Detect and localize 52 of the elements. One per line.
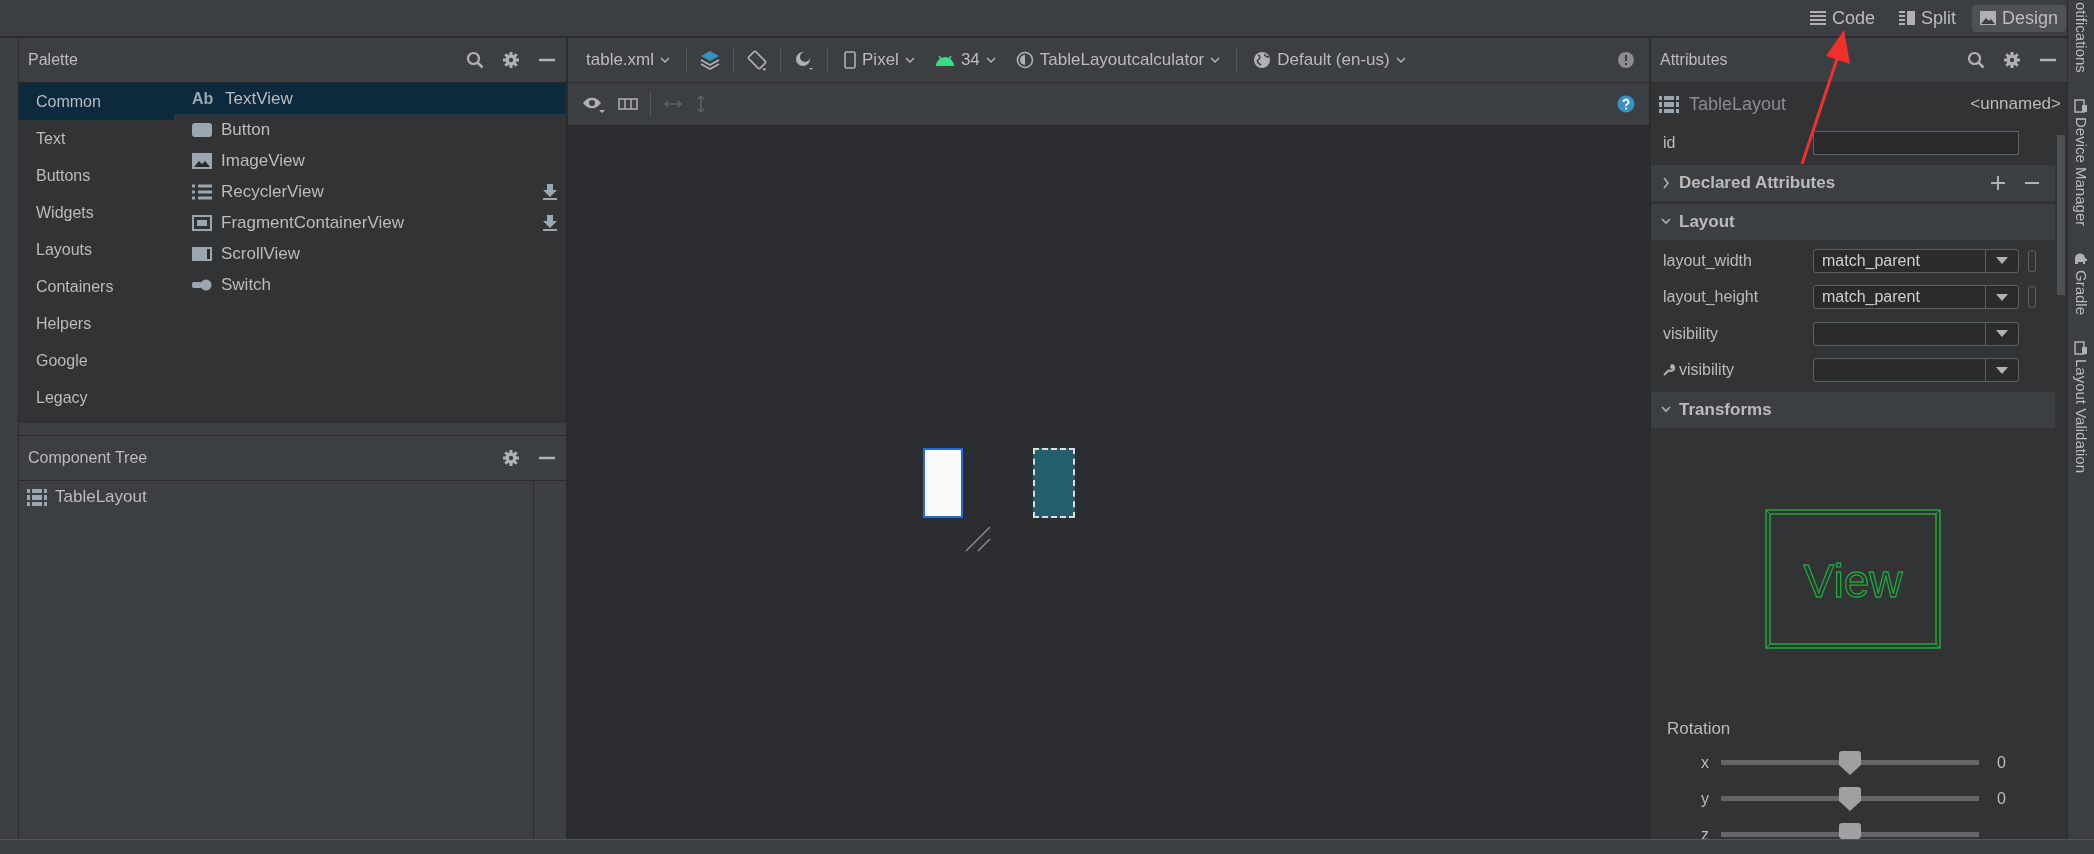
palette-item[interactable]: Switch — [174, 269, 566, 300]
side-tab[interactable]: otifications — [2072, 2, 2090, 73]
section-header[interactable]: Transforms — [1651, 391, 2055, 428]
palette-category[interactable]: Common — [19, 83, 174, 120]
view-preview: View — [1765, 508, 1941, 649]
palette-category[interactable]: Layouts — [19, 231, 174, 268]
side-tab[interactable]: Layout Validation — [2072, 341, 2090, 474]
locale-dropdown[interactable]: Default (en-us) — [1249, 48, 1410, 72]
component-name: <unnamed> — [1970, 94, 2061, 114]
file-dropdown[interactable]: table.xml — [582, 48, 675, 72]
component-type: TableLayout — [1689, 93, 1787, 115]
slider-value: 0 — [1997, 753, 2006, 772]
palette-category[interactable]: Google — [19, 342, 174, 379]
palette-item[interactable]: Button — [174, 114, 566, 145]
attribute-label: visibility — [1663, 324, 1720, 343]
section-header[interactable]: Declared Attributes — [1651, 164, 2055, 201]
view-mode-tab[interactable]: Code — [1801, 4, 1883, 32]
side-tab[interactable]: Device Manager — [2072, 98, 2090, 227]
api-level-dropdown[interactable]: 34 — [930, 48, 1000, 72]
palette-item[interactable]: FragmentContainerView — [174, 207, 566, 238]
text-icon: Ab — [192, 89, 216, 108]
palette-category[interactable]: Containers — [19, 268, 174, 305]
device-dropdown[interactable]: Pixel — [840, 48, 919, 72]
palette-category[interactable]: Buttons — [19, 157, 174, 194]
attribute-label: layout_height — [1663, 288, 1760, 307]
axis-label: x — [1700, 753, 1710, 772]
view-mode-tab[interactable]: Split — [1890, 4, 1964, 32]
palette-category[interactable]: Legacy — [19, 379, 174, 416]
attribute-dropdown[interactable]: match_parent — [1813, 248, 2019, 273]
palette-item[interactable]: Ab TextView — [174, 83, 566, 114]
palette-item[interactable]: ImageView — [174, 145, 566, 176]
palette-category[interactable]: Helpers — [19, 305, 174, 342]
attribute-label: id — [1663, 134, 1677, 153]
palette-category[interactable]: Text — [19, 120, 174, 157]
axis-label: y — [1700, 789, 1710, 808]
view-mode-tab[interactable]: Design — [1971, 4, 2066, 32]
side-tab[interactable]: Gradle — [2072, 252, 2090, 316]
palette-item[interactable]: RecyclerView — [174, 176, 566, 207]
panel-title: Palette — [28, 51, 78, 69]
panel-title: Component Tree — [28, 449, 148, 467]
attribute-label: layout_width — [1663, 251, 1753, 270]
attribute-dropdown[interactable]: match_parent — [1813, 285, 2019, 310]
tree-item[interactable]: TableLayout — [19, 487, 533, 507]
theme-dropdown[interactable]: TableLayoutcalculator — [1011, 48, 1225, 72]
slider-value: 0 — [1997, 789, 2006, 808]
axis-label: z — [1700, 825, 1710, 839]
section-label: Rotation — [1666, 718, 1732, 739]
palette-item[interactable]: ScrollView — [174, 238, 566, 269]
palette-category[interactable]: Widgets — [19, 194, 174, 231]
panel-title: Attributes — [1660, 51, 1728, 69]
section-header[interactable]: Layout — [1651, 203, 2055, 240]
attribute-label: visibility — [1663, 361, 1813, 380]
